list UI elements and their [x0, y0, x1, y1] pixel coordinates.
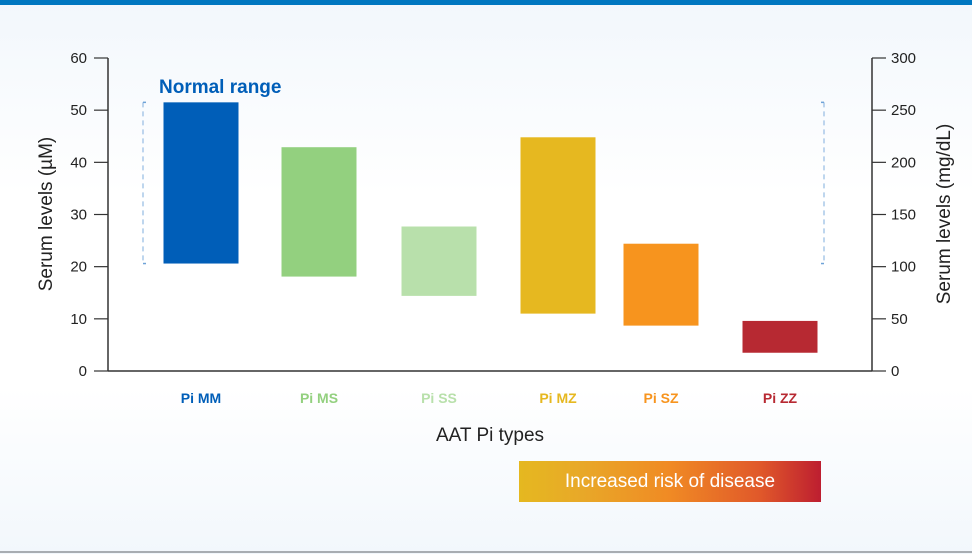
y-tick-label-right: 100 — [891, 259, 916, 276]
x-axis-label: AAT Pi types — [436, 425, 544, 446]
x-tick-label: Pi SZ — [643, 390, 678, 406]
y-tick-label-left: 60 — [70, 50, 87, 67]
bar-pi-sz — [623, 243, 699, 326]
y-tick-label-right: 50 — [891, 311, 908, 328]
y-tick-label-right: 0 — [891, 363, 899, 380]
serum-level-chart: 0 10 20 30 40 50 60 0 50 100 150 200 250 300 Pi MM Pi … — [36, 50, 955, 446]
y-tick-label-left: 20 — [70, 259, 87, 276]
y-tick-label-right: 200 — [891, 154, 916, 171]
increased-risk-label: Increased risk of disease — [564, 470, 776, 492]
bar-pi-mz — [520, 137, 596, 314]
x-tick-label: Pi MM — [181, 390, 221, 406]
y-tick-label-left: 40 — [70, 154, 87, 171]
bar-pi-zz — [742, 320, 818, 353]
y-axis-label-left: Serum levels (µM) — [36, 137, 57, 292]
x-tick-label: Pi SS — [421, 390, 457, 406]
y-tick-label-right: 150 — [891, 207, 916, 224]
bar-pi-ms — [281, 147, 357, 277]
y-tick-label-left: 10 — [70, 311, 87, 328]
bar-pi-ss — [401, 226, 477, 296]
bar-pi-mm — [163, 102, 239, 264]
normal-range-label: Normal range — [159, 77, 281, 98]
y-tick-label-left: 50 — [70, 102, 87, 119]
increased-risk-legend: Increased risk of disease — [519, 461, 821, 502]
x-tick-label: Pi MS — [300, 390, 338, 406]
bottom-divider — [0, 551, 972, 553]
y-axis-label-right: Serum levels (mg/dL) — [934, 124, 955, 305]
y-tick-label-right: 250 — [891, 102, 916, 119]
normal-range-bracket-left — [142, 101, 146, 265]
normal-range-bracket-right — [821, 101, 825, 265]
y-tick-label-right: 300 — [891, 50, 916, 67]
y-tick-label-left: 30 — [70, 207, 87, 224]
x-tick-label: Pi MZ — [539, 390, 577, 406]
y-tick-label-left: 0 — [79, 363, 87, 380]
x-tick-label: Pi ZZ — [763, 390, 798, 406]
